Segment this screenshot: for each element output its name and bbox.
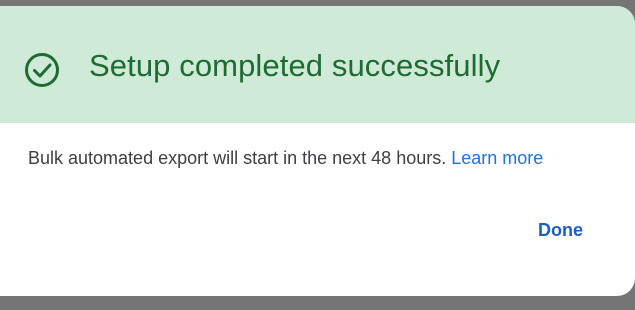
done-button[interactable]: Done bbox=[528, 216, 593, 245]
check-circle-icon bbox=[24, 52, 60, 88]
success-dialog: Setup completed successfully Bulk automa… bbox=[0, 6, 635, 296]
dialog-message: Bulk automated export will start in the … bbox=[28, 148, 543, 169]
dialog-title: Setup completed successfully bbox=[89, 48, 501, 83]
dialog-header: Setup completed successfully bbox=[0, 6, 635, 123]
message-text: Bulk automated export will start in the … bbox=[28, 148, 452, 168]
learn-more-link[interactable]: Learn more bbox=[451, 148, 543, 168]
